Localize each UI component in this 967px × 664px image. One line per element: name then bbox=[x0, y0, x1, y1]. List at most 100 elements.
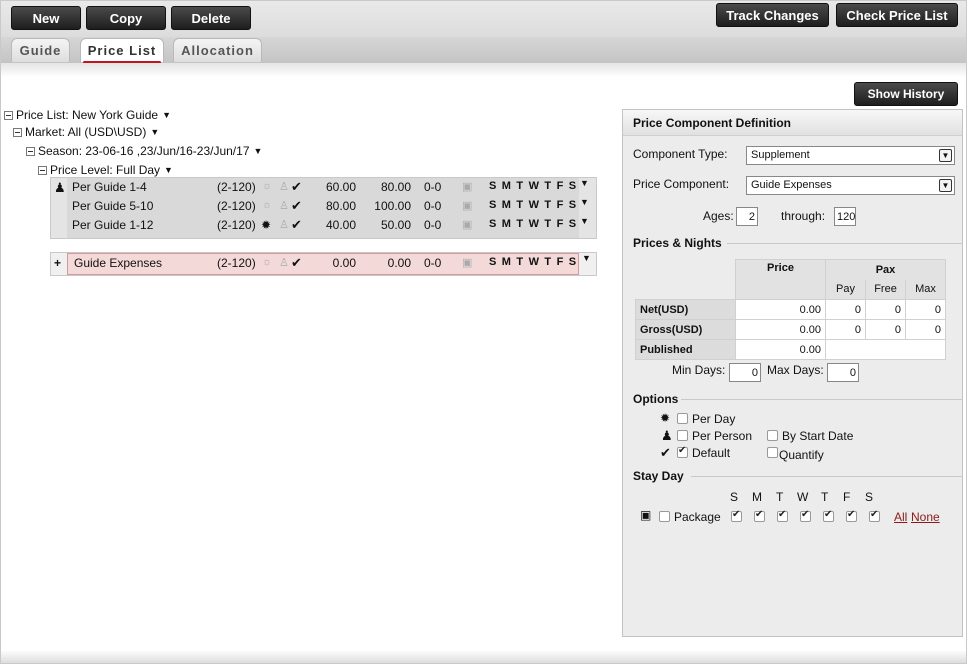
chevron-down-icon[interactable]: ▼ bbox=[939, 149, 952, 162]
row-range: 0-0 bbox=[424, 180, 442, 194]
price-component-select[interactable]: Guide Expenses ▼ bbox=[746, 176, 955, 195]
sun-icon: ☼ bbox=[262, 256, 273, 268]
tree-season[interactable]: Season: 23-06-16 ,23/Jun/16-23/Jun/17 ▼ bbox=[26, 144, 262, 158]
row-menu-icon[interactable]: ▼ bbox=[580, 197, 589, 207]
row-name: Per Guide 5-10 bbox=[72, 199, 154, 213]
delete-button[interactable]: Delete bbox=[171, 6, 251, 30]
min-days-input[interactable]: 0 bbox=[729, 363, 761, 382]
max-header: Max bbox=[905, 279, 946, 300]
gross-price-value[interactable]: 0.00 bbox=[735, 319, 826, 340]
stay-day-mon-checkbox[interactable] bbox=[754, 509, 765, 522]
row-ages: (2-120) bbox=[217, 180, 256, 194]
dropdown-caret-icon[interactable]: ▼ bbox=[164, 165, 173, 175]
min-days-label: Min Days: bbox=[672, 363, 726, 377]
component-type-select[interactable]: Supplement ▼ bbox=[746, 146, 955, 165]
published-price-value[interactable]: 0.00 bbox=[735, 339, 826, 360]
check-icon: ✔ bbox=[291, 255, 302, 270]
by-start-date-label: By Start Date bbox=[782, 429, 854, 443]
per-person-checkbox[interactable] bbox=[677, 430, 688, 441]
person-icon: ♟ bbox=[661, 428, 673, 443]
tree-price-list[interactable]: Price List: New York Guide ▼ bbox=[4, 108, 171, 122]
stay-day-sat-checkbox[interactable] bbox=[869, 509, 880, 522]
select-all-link[interactable]: All bbox=[894, 510, 907, 524]
tab-guide[interactable]: Guide bbox=[11, 38, 70, 62]
default-label: Default bbox=[692, 446, 731, 460]
dropdown-caret-icon[interactable]: ▼ bbox=[150, 127, 159, 137]
published-empty-cell bbox=[825, 339, 946, 360]
table-corner bbox=[636, 260, 736, 280]
price-component-label: Price Component: bbox=[633, 177, 730, 191]
collapse-icon[interactable] bbox=[26, 146, 35, 156]
gross-pay-value[interactable]: 0 bbox=[825, 319, 866, 340]
net-price-value[interactable]: 0.00 bbox=[735, 299, 826, 320]
through-label: through: bbox=[781, 209, 826, 223]
selected-table-row[interactable]: + Guide Expenses (2-120) ☼ ♙ ✔ 0.00 0.00… bbox=[51, 253, 598, 274]
component-type-label: Component Type: bbox=[633, 147, 728, 161]
stay-day-fri-checkbox[interactable] bbox=[846, 509, 857, 522]
section-divider bbox=[681, 399, 963, 400]
select-none-link[interactable]: None bbox=[911, 510, 940, 524]
new-button[interactable]: New bbox=[11, 6, 81, 30]
tab-price-list[interactable]: Price List bbox=[80, 38, 164, 64]
ages-from-input[interactable]: 2 bbox=[736, 207, 758, 226]
per-day-label: Per Day bbox=[692, 412, 736, 426]
day-letter: T bbox=[821, 490, 829, 504]
section-divider bbox=[691, 476, 963, 477]
tab-allocation[interactable]: Allocation bbox=[173, 38, 262, 62]
gross-free-value[interactable]: 0 bbox=[865, 319, 906, 340]
pay-header: Pay bbox=[825, 279, 866, 300]
stay-day-sun-checkbox[interactable] bbox=[731, 509, 742, 522]
table-row[interactable]: Per Guide 1-12 (2-120) ✹ ♙ ✔ 40.00 50.00… bbox=[51, 216, 598, 236]
track-changes-button[interactable]: Track Changes bbox=[716, 3, 829, 27]
net-pay-value[interactable]: 0 bbox=[825, 299, 866, 320]
dropdown-caret-icon[interactable]: ▼ bbox=[162, 110, 171, 120]
table-row[interactable]: Per Guide 5-10 (2-120) ☼ ♙ ✔ 80.00 100.0… bbox=[51, 197, 598, 217]
tree-price-level[interactable]: Price Level: Full Day ▼ bbox=[38, 163, 173, 177]
by-start-date-checkbox[interactable] bbox=[767, 430, 778, 441]
stay-day-wed-checkbox[interactable] bbox=[800, 509, 811, 522]
prices-table: Price Pax Pay Free Max Net(USD) 0.00 0 0… bbox=[635, 259, 946, 360]
stay-day-tue-checkbox[interactable] bbox=[777, 509, 788, 522]
chevron-down-icon[interactable]: ▼ bbox=[939, 179, 952, 192]
max-days-input[interactable]: 0 bbox=[827, 363, 859, 382]
collapse-icon[interactable] bbox=[13, 127, 22, 137]
default-checkbox[interactable] bbox=[677, 445, 688, 458]
per-person-label: Per Person bbox=[692, 429, 753, 443]
quantify-label: Quantify bbox=[779, 448, 824, 462]
gross-max-value[interactable]: 0 bbox=[905, 319, 946, 340]
guide-expenses-group: + Guide Expenses (2-120) ☼ ♙ ✔ 0.00 0.00… bbox=[50, 252, 597, 276]
collapse-icon[interactable] bbox=[38, 165, 47, 175]
copy-button[interactable]: Copy bbox=[86, 6, 166, 30]
sun-icon: ☼ bbox=[262, 199, 273, 211]
row-menu-icon[interactable]: ▼ bbox=[582, 253, 591, 263]
table-row: Net(USD) 0.00 0 0 0 bbox=[635, 299, 946, 320]
ages-to-input[interactable]: 120 bbox=[834, 207, 856, 226]
show-history-button[interactable]: Show History bbox=[854, 82, 958, 106]
tab-price-list-label: Price List bbox=[87, 43, 157, 58]
row-price: 80.00 bbox=[325, 199, 356, 213]
per-day-checkbox[interactable] bbox=[677, 413, 688, 424]
header-shadow bbox=[1, 63, 966, 77]
net-max-value[interactable]: 0 bbox=[905, 299, 946, 320]
table-row[interactable]: Per Guide 1-4 (2-120) ☼ ♙ ✔ 60.00 80.00 … bbox=[51, 178, 598, 198]
check-price-list-button[interactable]: Check Price List bbox=[836, 3, 958, 27]
dropdown-caret-icon[interactable]: ▼ bbox=[254, 146, 263, 156]
row-label: Gross(USD) bbox=[635, 319, 736, 340]
package-icon: ▣ bbox=[462, 200, 473, 212]
sun-icon: ☼ bbox=[262, 180, 273, 192]
expand-icon[interactable]: + bbox=[54, 256, 61, 270]
row-range: 0-0 bbox=[424, 256, 442, 270]
row-days: S M T W T F S bbox=[489, 180, 578, 192]
row-gross: 100.00 bbox=[374, 199, 411, 213]
tree-market[interactable]: Market: All (USD\USD) ▼ bbox=[13, 125, 159, 139]
collapse-icon[interactable] bbox=[4, 110, 13, 120]
row-menu-icon[interactable]: ▼ bbox=[580, 178, 589, 188]
net-free-value[interactable]: 0 bbox=[865, 299, 906, 320]
tree-price-level-label: Price Level: Full Day bbox=[50, 163, 161, 177]
row-menu-icon[interactable]: ▼ bbox=[580, 216, 589, 226]
package-checkbox[interactable] bbox=[659, 511, 670, 522]
quantify-checkbox[interactable] bbox=[767, 447, 778, 458]
price-component-panel: Price Component Definition Component Typ… bbox=[622, 109, 963, 637]
stay-day-thu-checkbox[interactable] bbox=[823, 509, 834, 522]
day-letter: S bbox=[865, 490, 874, 504]
